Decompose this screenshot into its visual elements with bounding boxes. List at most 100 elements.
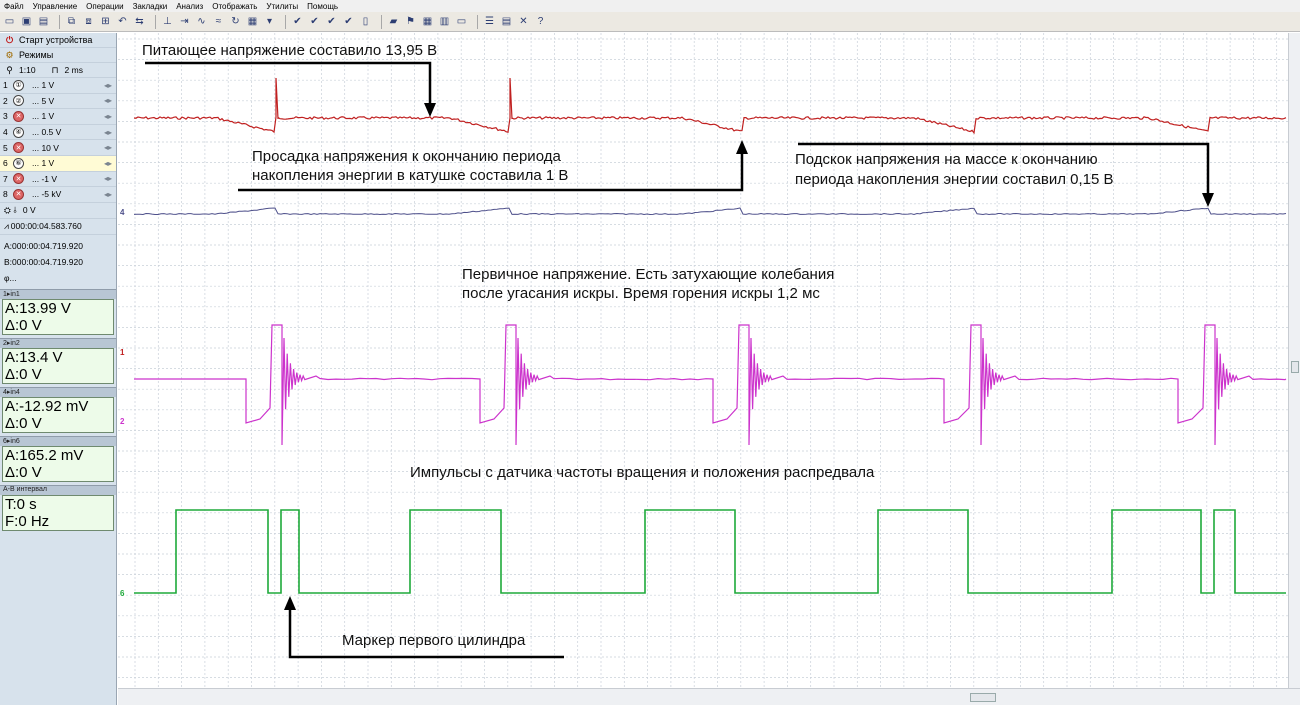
horizontal-scrollbar[interactable]	[118, 688, 1300, 705]
chart-icon[interactable]: ▥	[438, 15, 451, 28]
channel-arrows-icon[interactable]: ◂▸	[104, 128, 112, 137]
flag-icon[interactable]: ⚑	[404, 15, 417, 28]
capture-icon[interactable]: ▦	[246, 15, 259, 28]
timebase-icon[interactable]: ⊓	[50, 65, 61, 76]
new-file-icon[interactable]: ▭	[3, 15, 16, 28]
menu-analysis[interactable]: Анализ	[176, 2, 203, 11]
interval-time: T:0 s	[5, 495, 37, 513]
modes-button[interactable]: ⚙ Режимы	[0, 48, 116, 63]
channel-value[interactable]: ... -1 V	[32, 174, 57, 184]
channel-row-6[interactable]: 6 ⑥ ... 1 V ◂▸	[0, 155, 116, 172]
trigger-level[interactable]: 0 V	[23, 205, 36, 215]
document-icon[interactable]: ▯	[359, 15, 372, 28]
horizontal-scroll-thumb[interactable]	[970, 693, 996, 702]
channel-row-3[interactable]: 3 ✕ ... 1 V ◂▸	[0, 109, 116, 125]
table-icon[interactable]: ▤	[500, 15, 513, 28]
signal-icon[interactable]: ∿	[195, 15, 208, 28]
zoom-fit-icon[interactable]: ⇆	[133, 15, 146, 28]
close-icon[interactable]: ✕	[517, 15, 530, 28]
channel-disabled-icon[interactable]: ✕	[13, 188, 24, 200]
channel-value[interactable]: ... 0.5 V	[32, 127, 61, 137]
channel-disabled-icon[interactable]: ✕	[13, 142, 24, 154]
print-icon[interactable]: ▤	[37, 15, 50, 28]
channel-arrows-icon[interactable]: ◂▸	[104, 112, 112, 121]
channel-enabled-icon[interactable]: ⑥	[13, 157, 24, 169]
save-icon[interactable]: ▣	[20, 15, 33, 28]
channel-arrows-icon[interactable]: ◂▸	[104, 81, 112, 90]
channel-value[interactable]: ... 5 V	[32, 96, 54, 106]
channel-row-2[interactable]: 2 ② ... 5 V ◂▸	[0, 94, 116, 110]
vertical-scroll-thumb[interactable]	[1291, 361, 1299, 373]
help-icon[interactable]: ?	[534, 15, 547, 28]
channel-value[interactable]: ... -5 kV	[32, 189, 61, 199]
cursor-b-row[interactable]: B:000:00:04.719.920	[0, 254, 116, 270]
channel-enabled-icon[interactable]: ①	[13, 79, 24, 91]
cursor-a-value[interactable]: A:000:00:04.719.920	[4, 241, 83, 251]
check-all-icon[interactable]: ✔	[308, 15, 321, 28]
channel-disabled-icon[interactable]: ✕	[13, 173, 24, 185]
time-offset-row[interactable]: ⩘ 000:00:04.583.760	[0, 219, 116, 235]
channel-value[interactable]: ... 1 V	[32, 158, 54, 168]
menu-help[interactable]: Помощь	[307, 2, 338, 11]
refresh-icon[interactable]: ↻	[229, 15, 242, 28]
channel-enabled-icon[interactable]: ④	[13, 126, 24, 138]
channel-number: 5	[3, 142, 8, 153]
time-offset-value[interactable]: 000:00:04.583.760	[11, 221, 82, 231]
channel-arrows-icon[interactable]: ◂▸	[104, 96, 112, 105]
check-marked-icon[interactable]: ✔	[325, 15, 338, 28]
ground-arrow-head	[1202, 193, 1214, 207]
menu-view[interactable]: Отображать	[212, 2, 257, 11]
channel-6-label: 6	[120, 589, 125, 598]
phase-row[interactable]: φ...	[0, 270, 116, 286]
channel-row-1[interactable]: 1 ① ... 1 V ◂▸	[0, 78, 116, 94]
menu-file[interactable]: Файл	[4, 2, 24, 11]
open-folder-icon[interactable]: ▰	[387, 15, 400, 28]
check-icon[interactable]: ✔	[291, 15, 304, 28]
check-plus-icon[interactable]: ✔	[342, 15, 355, 28]
trigger-row[interactable]: ⛭ ⫰ 0 V	[0, 203, 116, 219]
menu-control[interactable]: Управление	[33, 2, 77, 11]
download-icon[interactable]: ▾	[263, 15, 276, 28]
channel-row-8[interactable]: 8 ✕ ... -5 kV ◂▸	[0, 187, 116, 203]
channel-arrows-icon[interactable]: ◂▸	[104, 174, 112, 183]
menu-operations[interactable]: Операции	[86, 2, 123, 11]
undo-icon[interactable]: ↶	[116, 15, 129, 28]
cursor-b-value[interactable]: B:000:00:04.719.920	[4, 257, 83, 267]
start-device-button[interactable]: ⏻ Старт устройства	[0, 33, 116, 48]
channel-disabled-icon[interactable]: ✕	[13, 110, 24, 122]
channel-arrows-icon[interactable]: ◂▸	[104, 190, 112, 199]
vertical-scrollbar[interactable]	[1288, 33, 1300, 688]
zoom-value[interactable]: 1:10	[19, 65, 36, 75]
list-icon[interactable]: ☰	[483, 15, 496, 28]
menu-utilities[interactable]: Утилиты	[266, 2, 298, 11]
phase-value[interactable]: φ...	[4, 273, 17, 283]
cursor-icon[interactable]: ⊥	[161, 15, 174, 28]
channel-arrows-icon[interactable]: ◂▸	[104, 143, 112, 152]
interval-box: T:0 s F:0 Hz	[2, 494, 114, 531]
filter-icon[interactable]: ≈	[212, 15, 225, 28]
oscillogram-canvas[interactable]	[118, 33, 1288, 688]
measurement-a: A:13.99 V	[5, 299, 71, 317]
zoom-icon[interactable]: ⚲	[4, 65, 15, 76]
cursor-a-row[interactable]: A:000:00:04.719.920	[0, 238, 116, 254]
copy-icon[interactable]: ⧉	[65, 15, 78, 28]
oscillogram-area[interactable]: Питающее напряжение составило 13,95 В Пр…	[118, 33, 1288, 688]
channel-row-7[interactable]: 7 ✕ ... -1 V ◂▸	[0, 172, 116, 188]
timebase-value[interactable]: 2 ms	[65, 65, 83, 75]
channel-value[interactable]: ... 10 V	[32, 143, 59, 153]
menu-bookmarks[interactable]: Закладки	[133, 2, 168, 11]
power-icon: ⏻	[5, 34, 14, 45]
primary-voltage-trace	[134, 324, 1287, 446]
marker-icon[interactable]: ⇥	[178, 15, 191, 28]
measurement-header-6: 6▸in6	[0, 435, 116, 446]
channel-enabled-icon[interactable]: ②	[13, 95, 24, 107]
channel-row-4[interactable]: 4 ④ ... 0.5 V ◂▸	[0, 125, 116, 141]
grid-icon[interactable]: ▦	[421, 15, 434, 28]
window-icon[interactable]: ▭	[455, 15, 468, 28]
channel-value[interactable]: ... 1 V	[32, 80, 54, 90]
channel-row-5[interactable]: 5 ✕ ... 10 V ◂▸	[0, 140, 116, 156]
channel-arrows-icon[interactable]: ◂▸	[104, 159, 112, 168]
channel-value[interactable]: ... 1 V	[32, 111, 54, 121]
paste-icon[interactable]: ⧈	[82, 15, 95, 28]
split-icon[interactable]: ⊞	[99, 15, 112, 28]
